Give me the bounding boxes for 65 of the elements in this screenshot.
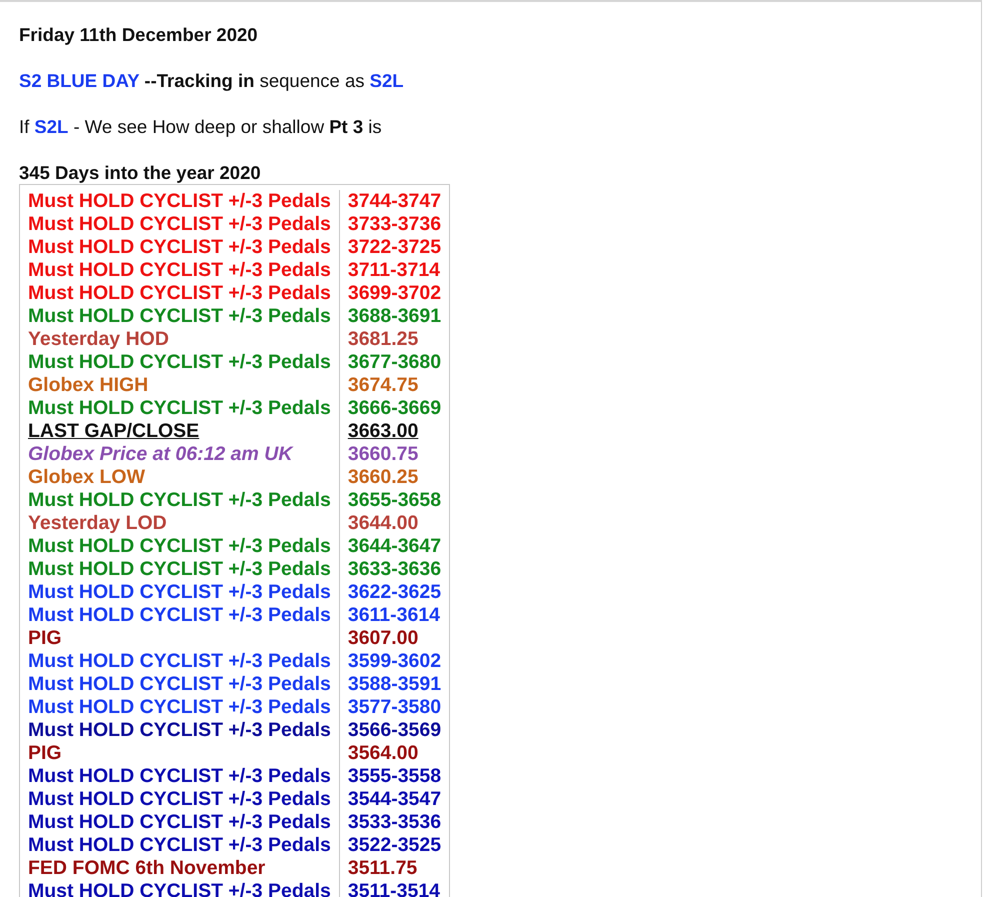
level-label: Yesterday HOD — [20, 328, 340, 351]
level-label: PIG — [20, 742, 340, 765]
price-value: 3607.00 — [346, 627, 420, 650]
level-label: Must HOLD CYCLIST +/-3 Pedals — [20, 811, 340, 834]
price-value: 3644-3647 — [346, 535, 442, 558]
price-value: 3722-3725 — [346, 236, 442, 259]
level-label: Must HOLD CYCLIST +/-3 Pedals — [20, 489, 340, 512]
price-value: 3663.00 — [346, 420, 420, 443]
level-label: Must HOLD CYCLIST +/-3 Pedals — [20, 788, 340, 811]
level-label: Must HOLD CYCLIST +/-3 Pedals — [20, 535, 340, 558]
level-label: Must HOLD CYCLIST +/-3 Pedals — [20, 696, 340, 719]
level-label: PIG — [20, 627, 340, 650]
price-value: 3677-3680 — [346, 351, 442, 374]
price-value: 3544-3547 — [346, 788, 442, 811]
level-label: Must HOLD CYCLIST +/-3 Pedals — [20, 213, 340, 236]
level-label: Must HOLD CYCLIST +/-3 Pedals — [20, 259, 340, 282]
price-value: 3674.75 — [346, 374, 420, 397]
price-value: 3611-3614 — [346, 604, 442, 627]
price-value: 3666-3669 — [346, 397, 442, 420]
price-value: 3688-3691 — [346, 305, 442, 328]
level-label: Must HOLD CYCLIST +/-3 Pedals — [20, 673, 340, 696]
price-value: 3622-3625 — [346, 581, 442, 604]
price-value: 3633-3636 — [346, 558, 442, 581]
level-label: FED FOMC 6th November — [20, 857, 340, 880]
price-value: 3711-3714 — [346, 259, 442, 282]
level-label: Must HOLD CYCLIST +/-3 Pedals — [20, 305, 340, 328]
level-label: Must HOLD CYCLIST +/-3 Pedals — [20, 397, 340, 420]
price-value: 3555-3558 — [346, 765, 442, 788]
price-value: 3533-3536 — [346, 811, 442, 834]
price-value: 3660.75 — [346, 443, 420, 466]
level-label: Must HOLD CYCLIST +/-3 Pedals — [20, 236, 340, 259]
price-value: 3566-3569 — [346, 719, 442, 742]
level-label: Must HOLD CYCLIST +/-3 Pedals — [20, 581, 340, 604]
level-label: Must HOLD CYCLIST +/-3 Pedals — [20, 604, 340, 627]
price-value: 3599-3602 — [346, 650, 442, 673]
level-label: Must HOLD CYCLIST +/-3 Pedals — [20, 351, 340, 374]
level-label: Globex Price at 06:12 am UK — [20, 443, 340, 466]
price-value: 3511.75 — [346, 857, 418, 880]
level-label: Must HOLD CYCLIST +/-3 Pedals — [20, 650, 340, 673]
table-title: 345 Days into the year 2020 — [19, 162, 262, 184]
price-value: 3588-3591 — [346, 673, 442, 696]
level-label: Must HOLD CYCLIST +/-3 Pedals — [20, 558, 340, 581]
price-value: 3655-3658 — [346, 489, 442, 512]
level-label: Must HOLD CYCLIST +/-3 Pedals — [20, 834, 340, 857]
price-value: 3564.00 — [346, 742, 420, 765]
level-label: Yesterday LOD — [20, 512, 340, 535]
level-label: Must HOLD CYCLIST +/-3 Pedals — [20, 765, 340, 788]
price-value: 3577-3580 — [346, 696, 442, 719]
price-value: 3644.00 — [346, 512, 420, 535]
price-value: 3744-3747 — [346, 190, 442, 213]
price-value: 3522-3525 — [346, 834, 442, 857]
price-value: 3660.25 — [346, 466, 420, 489]
price-value: 3681.25 — [346, 328, 420, 351]
page-title: Friday 11th December 2020 — [19, 24, 259, 46]
level-label: Must HOLD CYCLIST +/-3 Pedals — [20, 719, 340, 742]
price-value: 3511-3514 — [346, 880, 442, 897]
paragraph: S2 BLUE DAY --Tracking in sequence as S2L — [19, 70, 405, 92]
level-label: LAST GAP/CLOSE — [20, 420, 340, 443]
level-label: Must HOLD CYCLIST +/-3 Pedals — [20, 282, 340, 305]
level-label: Globex HIGH — [20, 374, 340, 397]
price-value: 3733-3736 — [346, 213, 442, 236]
paragraph: If S2L - We see How deep or shallow Pt 3 is — [19, 116, 383, 138]
level-label: Must HOLD CYCLIST +/-3 Pedals — [20, 190, 340, 213]
level-label: Globex LOW — [20, 466, 340, 489]
price-value: 3699-3702 — [346, 282, 442, 305]
